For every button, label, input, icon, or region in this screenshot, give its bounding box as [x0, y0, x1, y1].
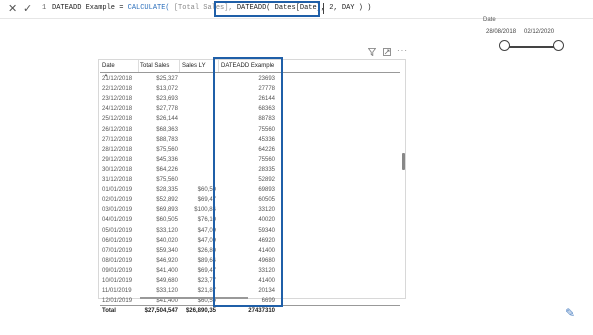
row-sales-ly: $76,10: [197, 217, 216, 224]
dateadd-highlight-box: [214, 1, 320, 17]
row-date: 26/12/2018: [102, 126, 133, 133]
row-date: 22/12/2018: [102, 86, 133, 93]
row-sales-ly: [182, 84, 216, 94]
format-brush-icon[interactable]: ✎: [565, 306, 575, 320]
row-total-sales: $52,892: [156, 197, 178, 204]
measure-name: DATEADD Example =: [52, 4, 124, 12]
total-label: Total: [102, 308, 116, 315]
row-date: 07/01/2019: [102, 247, 133, 254]
row-total-sales: $69,893: [156, 207, 178, 214]
row-sales-ly: [182, 114, 216, 124]
slicer-start-date[interactable]: 28/08/2018: [486, 29, 516, 35]
row-sales-ly: $60,50: [197, 187, 216, 194]
total-sales-total: $27,504,547: [144, 308, 178, 315]
slicer-title: Date: [483, 17, 496, 23]
row-date: 28/12/2018: [102, 146, 133, 153]
row-total-sales: $75,560: [156, 177, 178, 183]
row-total-sales: $88,783: [156, 136, 178, 143]
filter-icon[interactable]: [367, 48, 377, 58]
row-date: 23/12/2018: [102, 96, 133, 103]
row-total-sales: $46,920: [156, 257, 178, 264]
dateadd-example-total: 27437310: [248, 308, 275, 315]
row-date: 29/12/2018: [102, 156, 133, 163]
row-sales-ly: [182, 104, 216, 114]
row-sales-ly: $69,47: [197, 197, 216, 204]
sales-ly-total: $26,890,35: [185, 308, 216, 315]
row-sales-ly: $47,09: [197, 227, 216, 234]
row-date: 30/12/2018: [102, 166, 133, 173]
row-date: 05/01/2019: [102, 227, 133, 234]
row-date: 09/01/2019: [102, 267, 133, 274]
slider-end-handle[interactable]: [553, 40, 564, 51]
row-total-sales: $33,120: [156, 227, 178, 234]
row-date: 06/01/2019: [102, 237, 133, 244]
row-total-sales: $33,120: [156, 288, 178, 295]
slicer-end-date[interactable]: 02/12/2020: [524, 29, 554, 35]
row-total-sales: $26,144: [156, 116, 178, 123]
row-sales-ly: [182, 135, 216, 145]
row-sales-ly: $23,77: [197, 278, 216, 284]
row-sales-ly: [182, 74, 216, 84]
row-sales-ly: [182, 155, 216, 165]
column-header-date[interactable]: Date: [102, 60, 138, 70]
slider-start-handle[interactable]: [499, 40, 510, 51]
row-date: 11/01/2019: [102, 288, 132, 295]
calculate-function: CALCULATE(: [127, 4, 170, 12]
row-sales-ly: [182, 94, 216, 104]
row-date: 21/12/2018: [102, 76, 133, 82]
slider-track[interactable]: [505, 46, 559, 48]
row-date: 04/01/2019: [102, 217, 133, 224]
more-options-icon[interactable]: ···: [397, 46, 408, 55]
row-date: 08/01/2019: [102, 257, 133, 264]
row-sales-ly: [182, 175, 216, 185]
row-date: 10/01/2019: [102, 278, 133, 284]
row-sales-ly: $89,64: [197, 257, 216, 264]
checkmark-icon[interactable]: ✓: [23, 2, 32, 15]
row-total-sales: $75,560: [156, 146, 178, 153]
row-sales-ly: $100,84: [194, 207, 216, 214]
row-total-sales: $41,400: [156, 267, 178, 274]
row-sales-ly: $69,47: [197, 267, 216, 274]
row-sales-ly: [182, 125, 216, 135]
row-date: 31/12/2018: [102, 177, 133, 183]
row-total-sales: $45,336: [156, 156, 178, 163]
row-total-sales: $49,680: [156, 278, 178, 284]
row-total-sales: $23,693: [156, 96, 178, 103]
row-total-sales: $13,072: [156, 86, 178, 93]
dateadd-column-highlight-box: [213, 57, 283, 307]
row-date: 02/01/2019: [102, 197, 133, 204]
row-sales-ly: $21,87: [197, 288, 216, 295]
row-total-sales: $28,335: [156, 187, 178, 194]
row-date: 27/12/2018: [102, 136, 133, 143]
row-total-sales: $40,020: [156, 237, 178, 244]
row-sales-ly: $47,09: [197, 237, 216, 244]
row-sales-ly: [182, 165, 216, 175]
focus-mode-icon[interactable]: [383, 48, 391, 58]
close-icon[interactable]: ✕: [8, 2, 17, 15]
column-header-total-sales[interactable]: Total Sales: [140, 60, 178, 70]
row-date: 24/12/2018: [102, 106, 133, 113]
row-date: 01/01/2019: [102, 187, 133, 194]
row-total-sales: $60,505: [156, 217, 178, 224]
row-total-sales: $59,340: [156, 247, 178, 254]
text-cursor: [323, 3, 324, 14]
row-sales-ly: $26,80: [197, 247, 216, 254]
row-total-sales: $27,778: [156, 106, 178, 113]
row-total-sales: $64,226: [156, 166, 178, 173]
row-date: 03/01/2019: [102, 207, 133, 214]
row-total-sales: $68,363: [156, 126, 178, 133]
row-date: 25/12/2018: [102, 116, 133, 123]
vertical-scrollbar[interactable]: [402, 153, 405, 170]
line-number: 1: [42, 4, 47, 12]
row-total-sales: $25,327: [156, 76, 178, 82]
column-header-sales-ly[interactable]: Sales LY: [182, 60, 216, 70]
formula-bar: ✕ ✓ 1 DATEADD Example = CALCULATE( [Tota…: [0, 0, 593, 19]
row-sales-ly: [182, 145, 216, 155]
